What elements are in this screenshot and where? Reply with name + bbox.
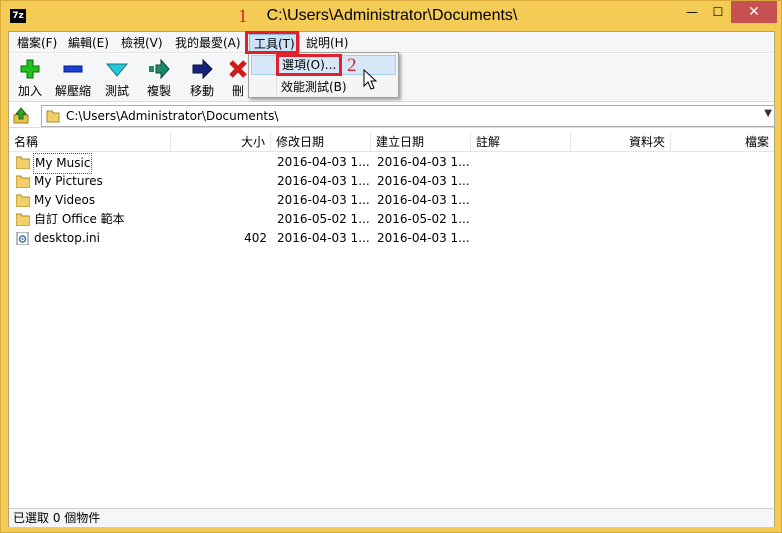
list-item[interactable]: My Videos 2016-04-03 1... 2016-04-03 1..…	[9, 191, 774, 210]
column-name[interactable]: 名稱	[9, 132, 171, 152]
list-item[interactable]: 自訂 Office 範本 2016-05-02 1... 2016-05-02 …	[9, 210, 774, 229]
menu-bar: 檔案(F) 編輯(E) 檢視(V) 我的最愛(A) 工具(T) 說明(H)	[9, 32, 774, 53]
minimize-button[interactable]: —	[679, 1, 705, 23]
folder-icon	[16, 156, 30, 169]
list-item[interactable]: desktop.ini 402 2016-04-03 1... 2016-04-…	[9, 229, 774, 248]
list-item[interactable]: My Pictures 2016-04-03 1... 2016-04-03 1…	[9, 172, 774, 191]
menu-favorites[interactable]: 我的最愛(A)	[171, 34, 245, 52]
client-area: 檔案(F) 編輯(E) 檢視(V) 我的最愛(A) 工具(T) 說明(H) 加入…	[8, 31, 775, 527]
file-size: 402	[244, 231, 267, 245]
move-arrow-icon	[192, 58, 213, 80]
folder-icon	[16, 194, 30, 207]
column-files[interactable]: 檔案	[671, 132, 774, 152]
file-modified: 2016-04-03 1...	[277, 231, 370, 245]
column-size[interactable]: 大小	[171, 132, 271, 152]
menu-edit[interactable]: 編輯(E)	[64, 34, 113, 52]
address-path: C:\Users\Administrator\Documents\	[66, 109, 279, 123]
column-comment[interactable]: 註解	[471, 132, 571, 152]
check-icon	[106, 63, 128, 77]
file-modified: 2016-04-03 1...	[277, 193, 370, 207]
file-created: 2016-04-03 1...	[377, 155, 470, 169]
title-bar[interactable]: 7z C:\Users\Administrator\Documents\ — ☐…	[1, 1, 781, 31]
file-modified: 2016-04-03 1...	[277, 155, 370, 169]
extract-label: 解壓縮	[54, 84, 91, 98]
file-name: My Pictures	[34, 174, 103, 188]
file-name: desktop.ini	[34, 231, 100, 245]
step-number-2: 2	[347, 55, 357, 76]
window-title: C:\Users\Administrator\Documents\	[266, 7, 518, 24]
highlight-box-tools-menu	[245, 31, 299, 54]
add-label: 加入	[17, 84, 42, 98]
column-folders[interactable]: 資料夾	[571, 132, 671, 152]
list-item[interactable]: My Music 2016-04-03 1... 2016-04-03 1...	[9, 153, 774, 174]
up-folder-icon[interactable]	[12, 107, 30, 125]
column-header: 名稱 大小 修改日期 建立日期 註解 資料夾 檔案	[9, 132, 774, 152]
add-button[interactable]: 加入	[10, 58, 50, 99]
move-button[interactable]: 移動	[182, 58, 222, 99]
settings-file-icon	[16, 232, 29, 245]
close-button[interactable]: ✕	[731, 1, 777, 23]
address-input[interactable]: C:\Users\Administrator\Documents\ ▼	[41, 105, 775, 127]
column-created[interactable]: 建立日期	[371, 132, 471, 152]
column-modified[interactable]: 修改日期	[271, 132, 371, 152]
extract-button[interactable]: 解壓縮	[53, 58, 93, 99]
menu-help[interactable]: 說明(H)	[302, 34, 352, 52]
address-dropdown-icon[interactable]: ▼	[764, 108, 772, 119]
folder-icon	[46, 110, 60, 123]
maximize-button[interactable]: ☐	[705, 1, 731, 23]
file-modified: 2016-05-02 1...	[277, 212, 370, 226]
file-name: My Videos	[34, 193, 96, 207]
folder-icon	[16, 213, 30, 226]
menu-view[interactable]: 檢視(V)	[117, 34, 167, 52]
file-name: My Music	[33, 153, 93, 174]
folder-icon	[16, 175, 30, 188]
highlight-box-options-item	[276, 54, 342, 76]
file-created: 2016-04-03 1...	[377, 231, 470, 245]
file-name: 自訂 Office 範本	[34, 212, 125, 226]
copy-arrow-icon	[149, 58, 170, 80]
file-created: 2016-04-03 1...	[377, 174, 470, 188]
test-button[interactable]: 測試	[97, 58, 137, 99]
address-bar: C:\Users\Administrator\Documents\ ▼	[9, 104, 775, 128]
step-number-1: 1	[238, 6, 248, 27]
file-modified: 2016-04-03 1...	[277, 174, 370, 188]
move-label: 移動	[189, 84, 214, 98]
plus-icon	[20, 59, 40, 79]
copy-label: 複製	[146, 84, 171, 98]
menu-file[interactable]: 檔案(F)	[13, 34, 61, 52]
app-window: 7z C:\Users\Administrator\Documents\ — ☐…	[0, 0, 782, 533]
file-created: 2016-04-03 1...	[377, 193, 470, 207]
copy-button[interactable]: 複製	[139, 58, 179, 99]
test-label: 測試	[104, 84, 129, 98]
delete-x-icon	[229, 60, 247, 78]
minus-icon	[63, 65, 83, 73]
file-created: 2016-05-02 1...	[377, 212, 470, 226]
mouse-cursor-icon	[363, 69, 377, 90]
status-bar: 已選取 0 個物件	[9, 508, 774, 527]
